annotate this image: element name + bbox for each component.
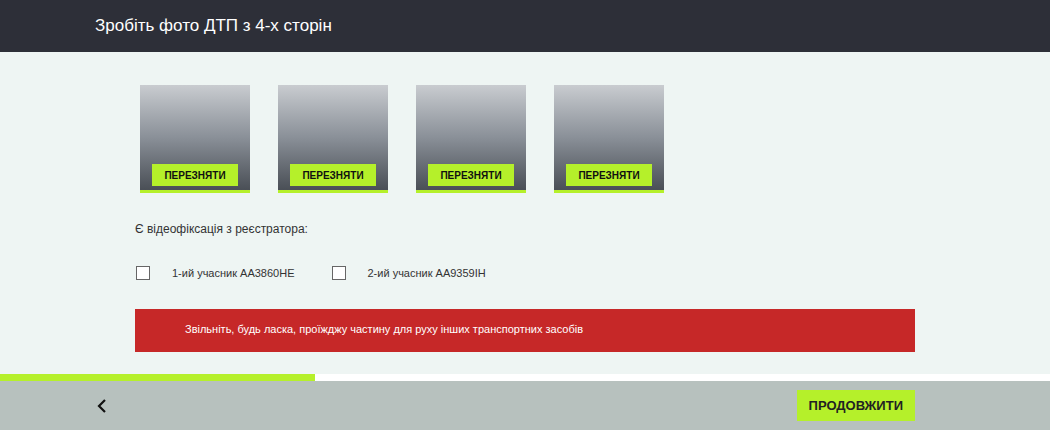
video-label: Є відеофіксація з реєстратора:: [135, 222, 1050, 236]
retake-button[interactable]: ПЕРЕЗНЯТИ: [428, 164, 514, 186]
checkbox[interactable]: [136, 266, 150, 280]
participant-label: 1-ий учасник АА3860НЕ: [172, 265, 295, 282]
participant-label: 2-ий учасник АА9359ІН: [368, 265, 486, 282]
back-button[interactable]: [95, 396, 109, 416]
page-title: Зробіть фото ДТП з 4-х сторін: [95, 15, 332, 36]
retake-button[interactable]: ПЕРЕЗНЯТИ: [290, 164, 376, 186]
footer-bar: ПРОДОВЖИТИ: [0, 381, 1050, 430]
photo-card: ПЕРЕЗНЯТИ: [554, 85, 664, 193]
photo-card: ПЕРЕЗНЯТИ: [140, 85, 250, 193]
header-bar: Зробіть фото ДТП з 4-х сторін: [0, 0, 1050, 52]
alert-text: Звільніть, будь ласка, проїжджу частину …: [185, 323, 583, 337]
retake-button[interactable]: ПЕРЕЗНЯТИ: [152, 164, 238, 186]
participant-checkbox[interactable]: 2-ий учасник АА9359ІН: [331, 265, 486, 282]
photo-card: ПЕРЕЗНЯТИ: [416, 85, 526, 193]
participant-row: 1-ий учасник АА3860НЕ 2-ий учасник АА9359…: [135, 265, 1050, 282]
continue-button[interactable]: ПРОДОВЖИТИ: [797, 390, 915, 421]
progress-track: [0, 374, 1050, 381]
progress-fill: [0, 374, 315, 381]
content: ПЕРЕЗНЯТИ ПЕРЕЗНЯТИ ПЕРЕЗНЯТИ ПЕРЕЗНЯТИ Є в…: [0, 52, 1050, 374]
chevron-left-icon: [97, 398, 107, 414]
photo-card: ПЕРЕЗНЯТИ: [278, 85, 388, 193]
alert-banner: Звільніть, будь ласка, проїжджу частину …: [135, 309, 915, 352]
checkbox[interactable]: [332, 266, 346, 280]
retake-button[interactable]: ПЕРЕЗНЯТИ: [566, 164, 652, 186]
photo-row: ПЕРЕЗНЯТИ ПЕРЕЗНЯТИ ПЕРЕЗНЯТИ ПЕРЕЗНЯТИ: [135, 85, 1050, 193]
participant-checkbox[interactable]: 1-ий учасник АА3860НЕ: [135, 265, 295, 282]
